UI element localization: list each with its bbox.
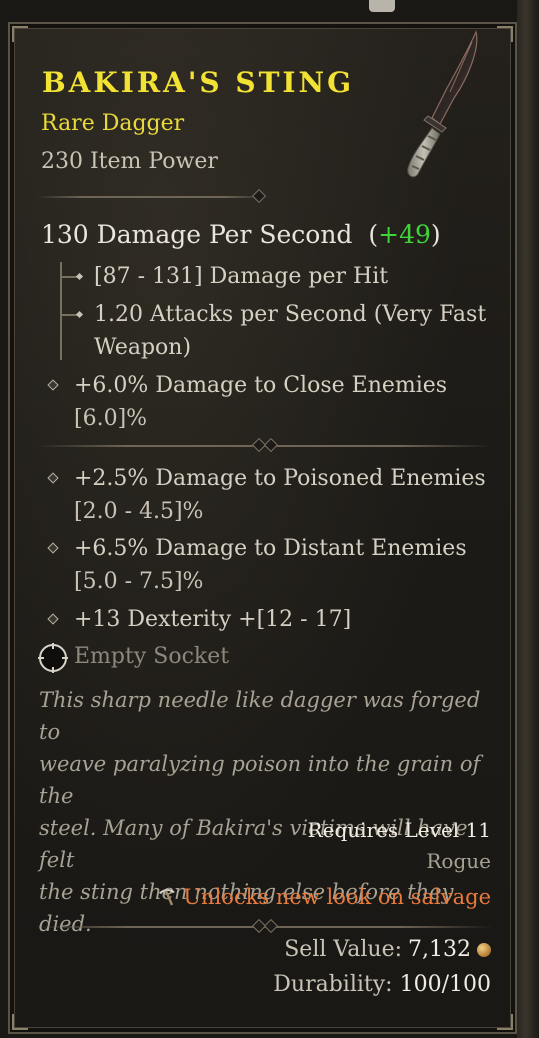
- section-divider: [36, 188, 270, 204]
- background-edge: [517, 0, 539, 1038]
- frame-corner: [497, 1014, 513, 1030]
- implicit-affix: +6.0% Damage to Close Enemies: [74, 373, 448, 398]
- implicit-affix-range: [6.0]%: [74, 406, 148, 431]
- empty-socket-label: Empty Socket: [74, 644, 230, 669]
- dagger-icon: [407, 30, 478, 178]
- durability-value: 100/100: [399, 972, 491, 997]
- attacks-per-second: 1.20 Attacks per Second (Very Fast: [94, 302, 487, 327]
- affix-poisoned-range: [2.0 - 4.5]%: [74, 499, 204, 524]
- sell-value-label: Sell Value:: [284, 937, 403, 962]
- affix-distant-range: [5.0 - 7.5]%: [74, 569, 204, 594]
- damage-per-second: 130 Damage Per Second (+49): [41, 220, 441, 249]
- section-divider: [36, 918, 492, 934]
- durability-label: Durability:: [273, 972, 393, 997]
- damage-per-hit: [87 - 131] Damage per Hit: [94, 264, 389, 289]
- affix-distant: +6.5% Damage to Distant Enemies: [74, 536, 467, 561]
- affix-poisoned: +2.5% Damage to Poisoned Enemies: [74, 466, 486, 491]
- dps-value: 130 Damage Per Second: [41, 220, 353, 249]
- frame-corner: [12, 1014, 28, 1030]
- salvage-text: Unlocks new look on salvage: [183, 885, 491, 909]
- item-type: Rare Dagger: [41, 111, 185, 136]
- salvage-note: Unlocks new look on salvage: [157, 885, 491, 909]
- pickaxe-icon: [159, 889, 176, 906]
- sell-value: Sell Value: 7,132: [284, 937, 491, 962]
- gold-coin-icon: [477, 942, 491, 957]
- sell-value-amount: 7,132: [408, 937, 471, 962]
- frame-corner: [12, 26, 28, 42]
- item-name: BAKIRA'S STING: [42, 66, 355, 99]
- keybind-hint: [369, 0, 395, 12]
- affix-dexterity: +13 Dexterity +[12 - 17]: [74, 607, 352, 632]
- item-power: 230 Item Power: [41, 149, 218, 174]
- required-level: Requires Level 11: [307, 818, 491, 842]
- flavor-line: weave paralyzing poison into the grain o…: [39, 752, 481, 808]
- required-class: Rogue: [426, 849, 491, 873]
- durability: Durability: 100/100: [273, 972, 491, 997]
- dps-paren-close: ): [430, 220, 441, 249]
- flavor-line: This sharp needle like dagger was forged…: [39, 688, 481, 744]
- dps-paren-open: (: [368, 220, 379, 249]
- section-divider: [36, 437, 492, 453]
- socket-icon: [38, 643, 68, 673]
- dps-bonus: +49: [378, 220, 431, 249]
- attacks-per-second-cont: Weapon): [94, 335, 192, 360]
- frame-corner: [497, 26, 513, 42]
